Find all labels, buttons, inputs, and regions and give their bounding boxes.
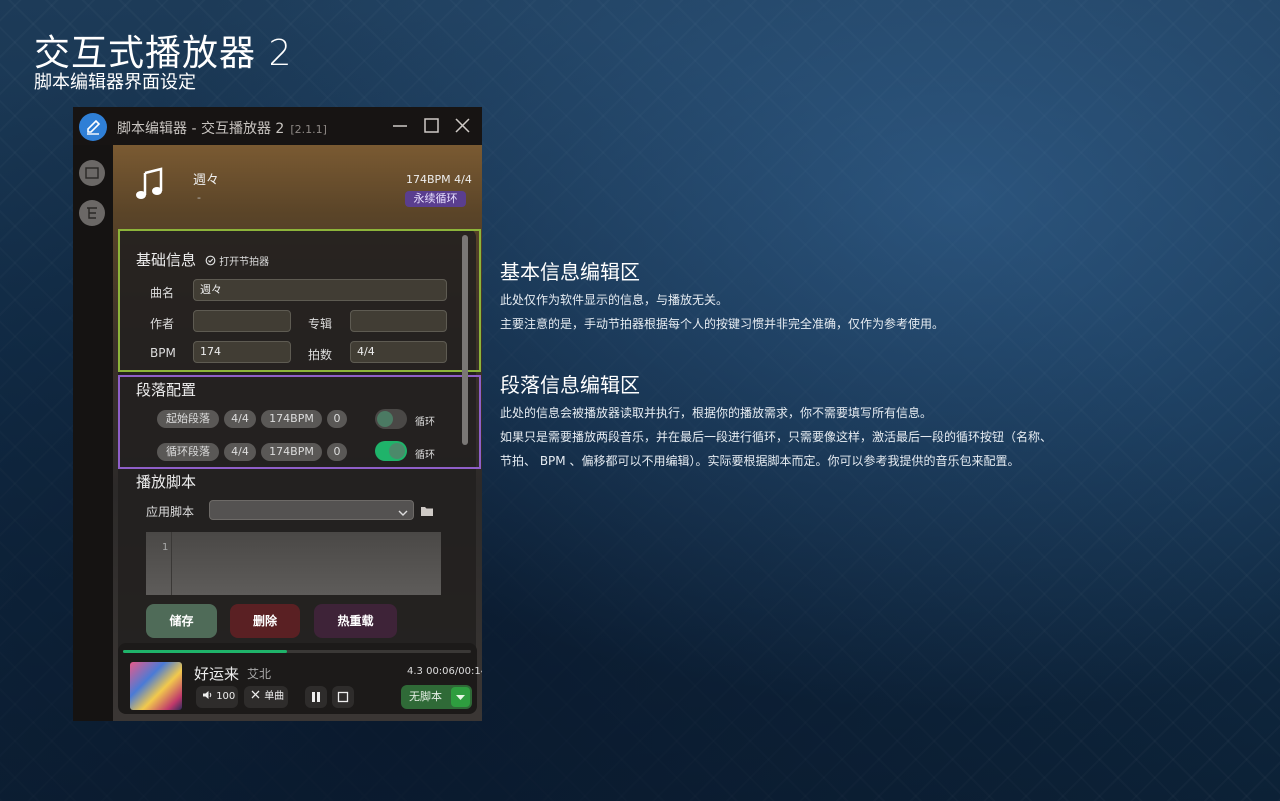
line-number: 1 (162, 542, 169, 553)
annotation-title: 基本信息编辑区 (500, 260, 640, 284)
repeat-one-icon (250, 690, 261, 702)
window-title: 脚本编辑器 - 交互播放器 2 [2.1.1] (117, 121, 327, 137)
bpm-input[interactable]: 174 (193, 341, 291, 363)
volume-value: 100 (216, 691, 236, 702)
delete-button[interactable]: 删除 (230, 604, 300, 638)
segment-beat-chip[interactable]: 4/4 (224, 443, 256, 461)
script-code-editor[interactable] (146, 532, 441, 595)
album-input[interactable] (350, 310, 447, 332)
annotation-line: 主要注意的是，手动节拍器根据每个人的按键习惯并非完全准确，仅作为参考使用。 (500, 317, 945, 331)
open-metronome-link[interactable]: 打开节拍器 (205, 253, 269, 268)
now-playing-meta: 174BPM 4/4 (406, 173, 472, 186)
beat-label: 拍数 (308, 348, 333, 362)
apply-script-label: 应用脚本 (146, 505, 195, 519)
loop-mode-badge: 永续循环 (405, 191, 466, 207)
close-icon[interactable] (450, 115, 474, 137)
segment-loop-toggle[interactable] (375, 409, 407, 429)
sidebar (73, 145, 113, 721)
slide-subtitle: 脚本编辑器界面设定 (34, 72, 196, 93)
segment-config-title: 段落配置 (136, 381, 197, 399)
volume-icon (202, 691, 213, 702)
window-icon[interactable] (79, 160, 105, 186)
chevron-down-icon[interactable] (451, 687, 470, 707)
progress-fill (123, 650, 287, 653)
play-script-title: 播放脚本 (136, 473, 197, 491)
script-editor-window: 脚本编辑器 - 交互播放器 2 [2.1.1] 週々 - 174BPM 4/4 永… (73, 107, 482, 721)
metronome-icon (205, 255, 216, 268)
stop-icon[interactable] (332, 686, 354, 708)
annotation-line: 此处的信息会被播放器读取并执行，根据你的播放需求，你不需要填写所有信息。 (500, 406, 933, 420)
segment-beat-chip[interactable]: 4/4 (224, 410, 256, 428)
segment-offset-chip[interactable]: 0 (327, 410, 347, 428)
segment-offset-chip[interactable]: 0 (327, 443, 347, 461)
segment-loop-label: 循环 (415, 450, 435, 461)
scrollbar[interactable] (462, 235, 468, 445)
chevron-down-icon (397, 504, 409, 523)
now-playing-artist: - (197, 191, 201, 204)
segment-name-chip[interactable]: 起始段落 (157, 410, 219, 428)
music-note-icon (135, 167, 165, 205)
now-playing-name: 週々 (193, 173, 220, 188)
name-label: 曲名 (150, 286, 175, 300)
track-time: 4.3 00:06/00:14 (407, 666, 482, 677)
segment-bpm-chip[interactable]: 174BPM (261, 410, 322, 428)
volume-button[interactable]: 100 (196, 686, 238, 708)
bpm-label: BPM (150, 346, 176, 360)
author-input[interactable] (193, 310, 291, 332)
author-label: 作者 (150, 317, 175, 331)
segment-name-chip[interactable]: 循环段落 (157, 443, 219, 461)
script-picker-label: 无脚本 (409, 690, 442, 703)
name-input[interactable]: 週々 (193, 279, 447, 301)
segment-loop-label: 循环 (415, 417, 435, 428)
annotation-title: 段落信息编辑区 (500, 373, 640, 397)
play-mode-button[interactable]: 单曲 (244, 686, 288, 708)
pause-icon[interactable] (305, 686, 327, 708)
album-art (130, 662, 182, 710)
pencil-icon (79, 113, 107, 141)
play-mode-label: 单曲 (264, 691, 285, 702)
basic-info-title: 基础信息 (136, 251, 197, 269)
folder-icon[interactable] (420, 503, 435, 522)
maximize-icon[interactable] (419, 115, 443, 137)
window-version: [2.1.1] (290, 123, 327, 136)
segment-bpm-chip[interactable]: 174BPM (261, 443, 322, 461)
beat-input[interactable]: 4/4 (350, 341, 447, 363)
track-title: 好运来 (194, 665, 240, 683)
track-artist: 艾北 (247, 667, 272, 681)
save-button[interactable]: 储存 (146, 604, 217, 638)
annotation-line: 此处仅作为软件显示的信息，与播放无关。 (500, 293, 729, 307)
annotation-line: 如果只是需要播放两段音乐，并在最后一段进行循环，只需要像这样，激活最后一段的循环… (500, 430, 1053, 444)
code-gutter (171, 532, 172, 595)
script-select[interactable] (209, 500, 414, 520)
script-picker[interactable]: 无脚本 (401, 685, 472, 709)
album-label: 专辑 (308, 317, 333, 331)
hot-reload-button[interactable]: 热重载 (314, 604, 397, 638)
annotation-line: 节拍、 BPM 、偏移都可以不用编辑）。实际要根据脚本而定。你可以参考我提供的音… (500, 454, 1020, 468)
tree-icon[interactable] (79, 200, 105, 226)
segment-loop-toggle[interactable] (375, 441, 407, 461)
minimize-icon[interactable] (388, 115, 412, 137)
